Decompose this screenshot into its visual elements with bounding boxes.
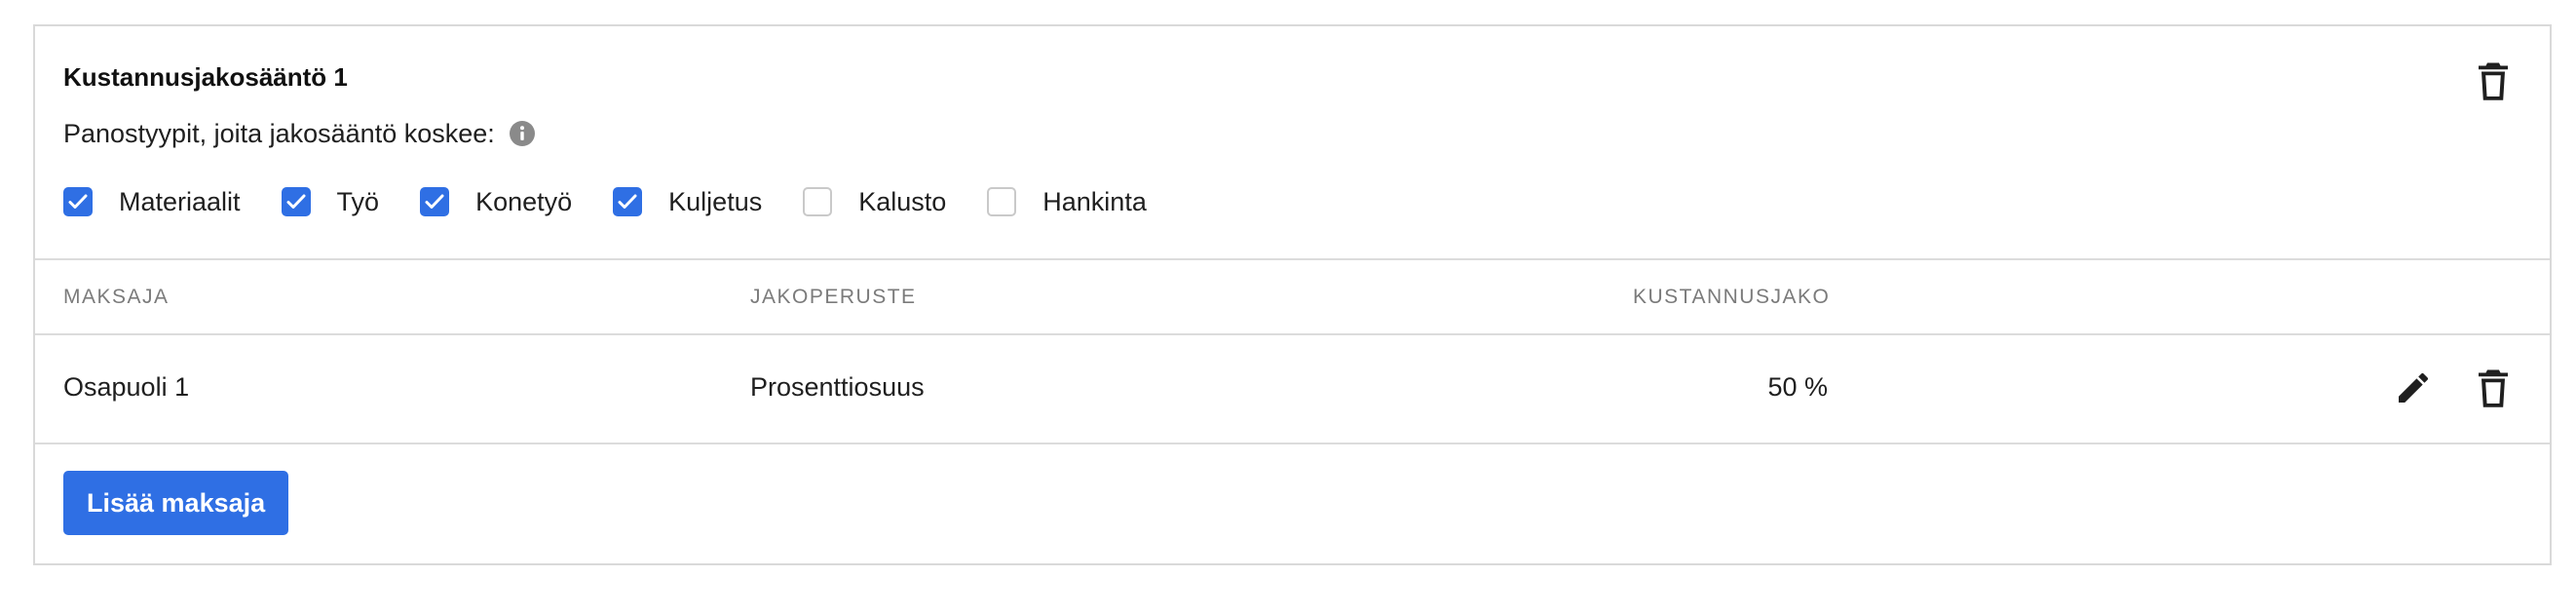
pencil-icon [2399, 372, 2429, 403]
cost-allocation-rule-card: Kustannusjakosääntö 1 Panostyypit, joita… [33, 24, 2552, 565]
rule-title: Kustannusjakosääntö 1 [63, 62, 348, 92]
delete-rule-button[interactable] [2476, 61, 2511, 102]
column-header-share: KUSTANNUSJAKO [1633, 286, 1831, 308]
checkbox-label: Kalusto [858, 186, 947, 216]
checkbox-kuljetus[interactable]: Kuljetus [613, 187, 762, 217]
cell-share: 50 % [1767, 372, 1828, 402]
check-icon [618, 194, 637, 209]
edit-payer-button[interactable] [2394, 368, 2433, 407]
info-icon[interactable] [509, 120, 536, 147]
checkbox-konetyo[interactable]: Konetyö [420, 187, 572, 217]
cell-payer: Osapuoli 1 [63, 372, 190, 402]
checkbox-label: Materiaalit [119, 186, 241, 216]
applies-to-row: Panostyypit, joita jakosääntö koskee: [63, 116, 536, 151]
trash-icon [2479, 369, 2508, 407]
checkbox-hankinta[interactable]: Hankinta [987, 187, 1147, 217]
checkbox-box[interactable] [420, 187, 450, 216]
applies-to-label: Panostyypit, joita jakosääntö koskee: [63, 118, 495, 148]
checkbox-label: Työ [336, 186, 380, 216]
check-icon [286, 194, 306, 209]
cost-type-checkboxes: Materiaalit Työ Konetyö Kuljetus Kalusto… [63, 180, 1188, 223]
payer-table-header: MAKSAJA JAKOPERUSTE KUSTANNUSJAKO [35, 258, 2550, 335]
checkbox-box[interactable] [613, 187, 643, 216]
checkbox-label: Konetyö [475, 186, 573, 216]
column-header-basis: JAKOPERUSTE [750, 286, 917, 308]
checkbox-label: Hankinta [1042, 186, 1147, 216]
add-payer-button[interactable]: Lisää maksaja [63, 471, 289, 535]
checkbox-box[interactable] [803, 187, 833, 216]
column-header-payer: MAKSAJA [63, 286, 170, 308]
table-row: Osapuoli 1 Prosenttiosuus 50 % [35, 335, 2550, 444]
delete-payer-button[interactable] [2476, 368, 2511, 409]
checkbox-box[interactable] [63, 187, 93, 216]
rule-header: Kustannusjakosääntö 1 Panostyypit, joita… [35, 26, 2550, 258]
checkbox-box[interactable] [281, 187, 311, 216]
trash-icon [2479, 62, 2508, 100]
cell-basis: Prosenttiosuus [750, 372, 925, 402]
checkbox-kalusto[interactable]: Kalusto [803, 187, 946, 217]
checkbox-box[interactable] [987, 187, 1017, 216]
check-icon [425, 194, 444, 209]
checkbox-materiaalit[interactable]: Materiaalit [63, 187, 241, 217]
check-icon [68, 194, 88, 209]
checkbox-label: Kuljetus [668, 186, 763, 216]
checkbox-tyo[interactable]: Työ [281, 186, 380, 217]
